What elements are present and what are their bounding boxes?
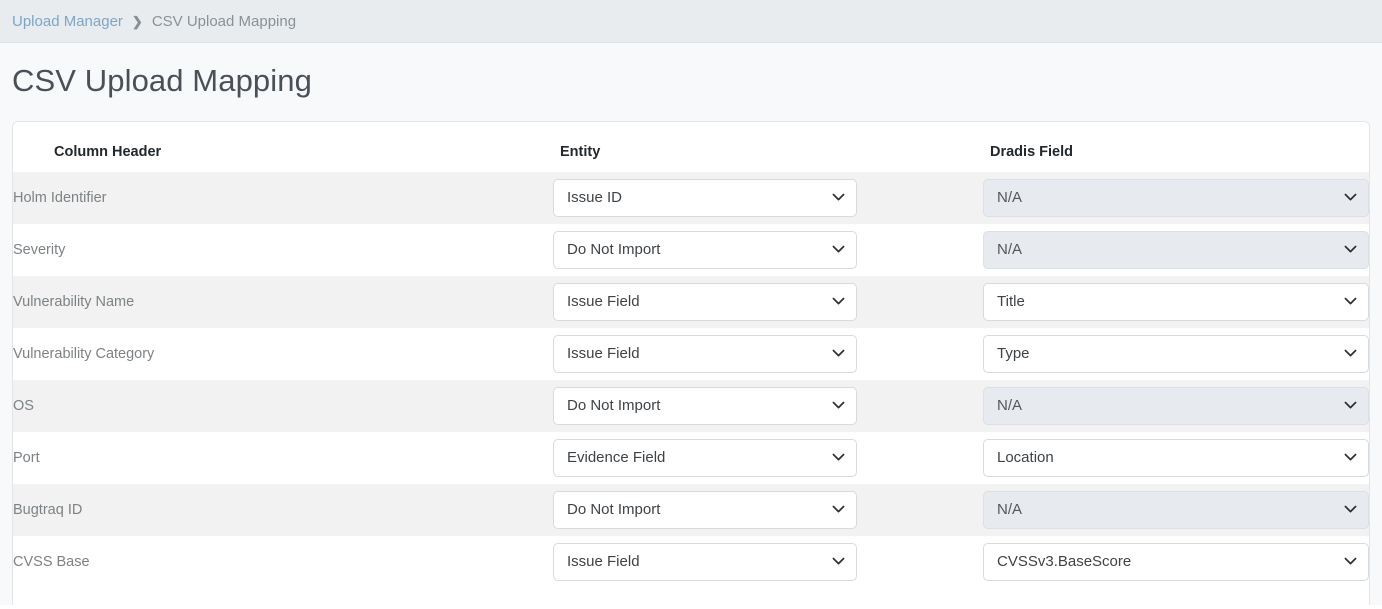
entity-cell: Issue Field — [553, 535, 983, 588]
table-row: Bugtraq ID Do Not Import N/A — [13, 483, 1369, 536]
table-row: CVSS Base Issue Field CVSSv3.BaseScore — [13, 535, 1369, 588]
chevron-down-icon — [832, 388, 845, 424]
breadcrumb-bar: Upload Manager ❯ CSV Upload Mapping — [0, 0, 1382, 43]
dradis-field-cell: Location — [983, 431, 1369, 484]
column-header-cell: Bugtraq ID — [13, 483, 553, 536]
entity-select[interactable]: Issue Field — [553, 282, 857, 321]
entity-select-value: Do Not Import — [567, 397, 661, 415]
entity-cell: Issue ID — [553, 171, 983, 224]
entity-select[interactable]: Evidence Field — [553, 438, 857, 477]
table-header-row: Column Header Entity Dradis Field — [13, 121, 1369, 172]
dradis-field-select: N/A — [983, 386, 1369, 425]
table-row: Vulnerability Category Issue Field Type — [13, 327, 1369, 380]
column-header-cell: CVSS Base — [13, 535, 553, 588]
dradis-field-select[interactable]: CVSSv3.BaseScore — [983, 542, 1369, 581]
column-header-dradis-field: Dradis Field — [983, 121, 1369, 172]
dradis-field-select: N/A — [983, 178, 1369, 217]
csv-mapping-table: Column Header Entity Dradis Field Holm I… — [13, 121, 1369, 588]
entity-select[interactable]: Issue Field — [553, 334, 857, 373]
entity-select-value: Issue Field — [567, 553, 640, 571]
entity-cell: Evidence Field — [553, 431, 983, 484]
chevron-down-icon — [1344, 544, 1357, 580]
dradis-field-select-value: Type — [997, 345, 1030, 363]
table-row: Vulnerability Name Issue Field Title — [13, 275, 1369, 328]
dradis-field-select[interactable]: Location — [983, 438, 1369, 477]
dradis-field-select-value: N/A — [997, 189, 1023, 207]
chevron-down-icon — [1344, 492, 1357, 528]
column-header-cell: Vulnerability Name — [13, 275, 553, 328]
dradis-field-select[interactable]: Type — [983, 334, 1369, 373]
entity-cell: Issue Field — [553, 327, 983, 380]
breadcrumb-link-upload-manager[interactable]: Upload Manager — [12, 14, 123, 29]
column-header-column-header: Column Header — [13, 121, 553, 172]
column-header-cell: Vulnerability Category — [13, 327, 553, 380]
chevron-down-icon — [1344, 180, 1357, 216]
dradis-field-select-value: Title — [997, 293, 1025, 311]
entity-select-value: Issue Field — [567, 293, 640, 311]
chevron-down-icon — [832, 440, 845, 476]
page-header: CSV Upload Mapping — [0, 43, 1382, 121]
entity-select[interactable]: Do Not Import — [553, 490, 857, 529]
entity-select-value: Do Not Import — [567, 241, 661, 259]
dradis-field-select-value: Location — [997, 449, 1054, 467]
table-row: OS Do Not Import N/A — [13, 379, 1369, 432]
chevron-down-icon — [832, 180, 845, 216]
column-header-cell: OS — [13, 379, 553, 432]
entity-select[interactable]: Issue Field — [553, 542, 857, 581]
entity-select-value: Do Not Import — [567, 501, 661, 519]
table-row: Severity Do Not Import N/A — [13, 223, 1369, 276]
column-header-cell: Holm Identifier — [13, 171, 553, 224]
chevron-down-icon — [1344, 232, 1357, 268]
dradis-field-cell: Title — [983, 275, 1369, 328]
dradis-field-select-value: N/A — [997, 501, 1023, 519]
entity-select[interactable]: Do Not Import — [553, 386, 857, 425]
dradis-field-cell: N/A — [983, 379, 1369, 432]
chevron-down-icon — [832, 336, 845, 372]
column-header-cell: Severity — [13, 223, 553, 276]
entity-select-value: Issue ID — [567, 189, 623, 207]
card-container: Column Header Entity Dradis Field Holm I… — [0, 120, 1382, 605]
column-header-cell: Port — [13, 431, 553, 484]
entity-select-value: Issue Field — [567, 345, 640, 363]
dradis-field-select-value: CVSSv3.BaseScore — [997, 553, 1132, 571]
dradis-field-select[interactable]: Title — [983, 282, 1369, 321]
dradis-field-cell: N/A — [983, 483, 1369, 536]
breadcrumb-current: CSV Upload Mapping — [151, 12, 297, 30]
entity-cell: Do Not Import — [553, 379, 983, 432]
dradis-field-cell: N/A — [983, 223, 1369, 276]
entity-select[interactable]: Issue ID — [553, 178, 857, 217]
table-row: Port Evidence Field Location — [13, 431, 1369, 484]
chevron-down-icon — [832, 492, 845, 528]
chevron-down-icon — [832, 284, 845, 320]
dradis-field-select: N/A — [983, 490, 1369, 529]
chevron-down-icon — [1344, 336, 1357, 372]
page-title: CSV Upload Mapping — [12, 63, 312, 98]
chevron-down-icon — [832, 544, 845, 580]
entity-cell: Issue Field — [553, 275, 983, 328]
chevron-down-icon — [832, 232, 845, 268]
chevron-down-icon — [1344, 388, 1357, 424]
entity-cell: Do Not Import — [553, 483, 983, 536]
dradis-field-cell: CVSSv3.BaseScore — [983, 535, 1369, 588]
dradis-field-cell: N/A — [983, 171, 1369, 224]
mapping-card: Column Header Entity Dradis Field Holm I… — [12, 120, 1370, 605]
table-row: Holm Identifier Issue ID N/A — [13, 171, 1369, 224]
entity-cell: Do Not Import — [553, 223, 983, 276]
table-body: Holm Identifier Issue ID N/A Severity Do Not… — [13, 171, 1369, 588]
dradis-field-select-value: N/A — [997, 241, 1023, 259]
column-header-entity: Entity — [553, 121, 983, 172]
chevron-down-icon — [1344, 284, 1357, 320]
entity-select-value: Evidence Field — [567, 449, 666, 467]
dradis-field-select-value: N/A — [997, 397, 1023, 415]
dradis-field-cell: Type — [983, 327, 1369, 380]
chevron-right-icon: ❯ — [131, 13, 143, 29]
breadcrumb: Upload Manager ❯ CSV Upload Mapping — [12, 14, 296, 29]
chevron-down-icon — [1344, 440, 1357, 476]
table-head: Column Header Entity Dradis Field — [13, 121, 1369, 172]
dradis-field-select: N/A — [983, 230, 1369, 269]
entity-select[interactable]: Do Not Import — [553, 230, 857, 269]
